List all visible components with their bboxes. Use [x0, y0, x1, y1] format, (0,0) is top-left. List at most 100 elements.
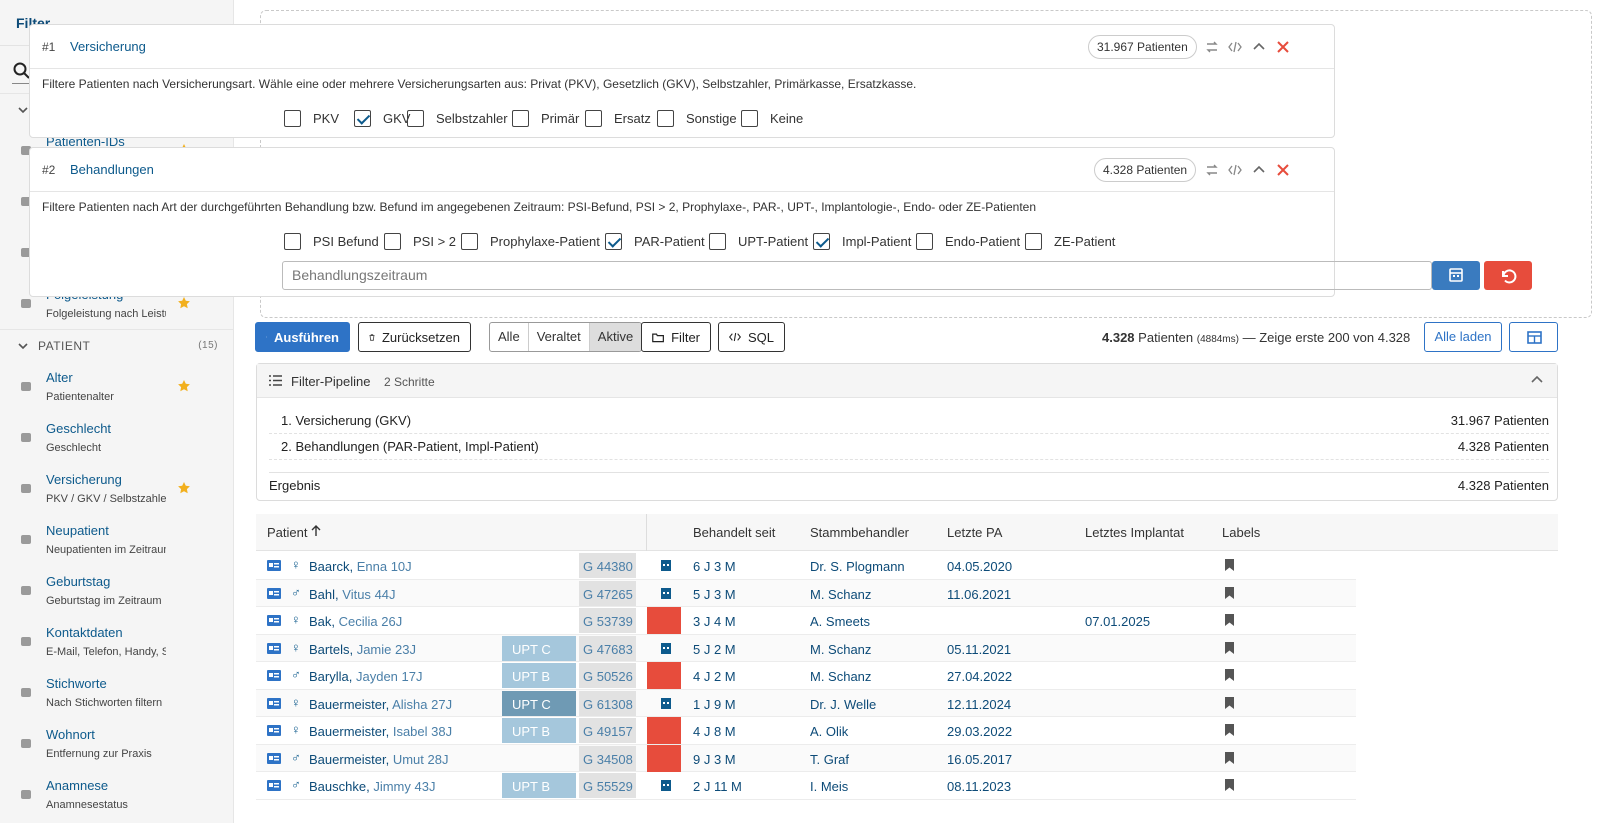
checkbox-option[interactable]: Keine — [741, 110, 803, 127]
sidebar-item[interactable]: Geburtstag Geburtstag im Zeitraum — [0, 565, 233, 617]
checkbox[interactable] — [1025, 233, 1042, 250]
sql-button[interactable]: SQL — [718, 322, 785, 352]
checkbox[interactable] — [657, 110, 674, 127]
sidebar-item[interactable]: Anamnese Anamnesestatus — [0, 769, 233, 821]
patient-name[interactable]: Bartels, Jamie 23J — [309, 642, 494, 657]
table-row[interactable]: ♂ Barylla, Jayden 17J UPT BG 50526 4 J 2 M M… — [256, 662, 1356, 690]
checkbox[interactable] — [354, 110, 371, 127]
patient-name[interactable]: Bauermeister, Isabel 38J — [309, 724, 494, 739]
checkbox-option[interactable]: PAR-Patient — [605, 233, 705, 250]
table-row[interactable]: ♀ Bauermeister, Isabel 38J UPT BG 49157 4 J… — [256, 717, 1356, 745]
checkbox[interactable] — [585, 110, 602, 127]
bookmark-icon[interactable] — [1225, 724, 1234, 736]
bookmark-icon[interactable] — [1225, 751, 1234, 764]
checkbox-option[interactable]: Sonstige — [657, 110, 737, 127]
chevron-up-icon[interactable] — [1531, 375, 1543, 385]
id-card-icon[interactable] — [267, 697, 281, 709]
status-segment[interactable]: Alle Veraltet Aktive — [489, 322, 643, 352]
patient-name[interactable]: Baarck, Enna 10J — [309, 559, 494, 574]
patient-name[interactable]: Bauschke, Jimmy 43J — [309, 779, 494, 794]
checkbox-option[interactable]: Selbstzahler — [407, 110, 508, 127]
patient-name[interactable]: Bauermeister, Alisha 27J — [309, 697, 494, 712]
treatment-period-input[interactable]: Behandlungszeitraum — [282, 261, 1432, 290]
sidebar-item[interactable]: Alter Patientenalter — [0, 361, 233, 413]
patient-name[interactable]: Bahl, Vitus 44J — [309, 587, 494, 602]
id-card-icon[interactable] — [267, 752, 281, 764]
checkbox[interactable] — [407, 110, 424, 127]
patient-id[interactable]: G 47265 — [579, 580, 636, 606]
patient-name[interactable]: Bak, Cecilia 26J — [309, 614, 494, 629]
checkbox[interactable] — [384, 233, 401, 250]
patient-name[interactable]: Bauermeister, Umut 28J — [309, 752, 494, 767]
checkbox-option[interactable]: Prophylaxe-Patient — [461, 233, 600, 250]
checkbox[interactable] — [813, 233, 830, 250]
table-row[interactable]: ♂ Bahl, Vitus 44J G 47265 5 J 3 M M. Schanz 1… — [256, 579, 1356, 607]
checkbox-option[interactable]: GKV — [354, 110, 410, 127]
calendar-icon[interactable] — [661, 559, 671, 571]
swap-icon[interactable] — [1205, 40, 1219, 54]
table-row[interactable]: ♂ Bauermeister, Umut 28J G 34508 9 J 3 M T. … — [256, 744, 1356, 772]
id-card-icon[interactable] — [267, 587, 281, 599]
col-labels[interactable]: Labels — [1222, 525, 1260, 540]
patient-id[interactable]: G 34508 — [579, 745, 636, 771]
reset-button[interactable]: Zurücksetzen — [358, 322, 471, 352]
bookmark-icon[interactable] — [1225, 669, 1234, 681]
checkbox-option[interactable]: UPT-Patient — [709, 233, 808, 250]
filter-button[interactable]: Filter — [641, 322, 711, 352]
sidebar-item[interactable]: Stichworte Nach Stichworten filtern — [0, 667, 233, 719]
code-icon[interactable] — [1228, 40, 1242, 54]
table-row[interactable]: ♀ Bauermeister, Alisha 27J UPT CG 61308 1 J… — [256, 689, 1356, 717]
col-stammbehandler[interactable]: Stammbehandler — [810, 525, 910, 540]
bookmark-icon[interactable] — [1225, 696, 1234, 709]
checkbox[interactable] — [512, 110, 529, 127]
col-letztes-implantat[interactable]: Letztes Implantat — [1085, 525, 1185, 540]
filter-title[interactable]: Versicherung — [70, 39, 146, 54]
sidebar-item[interactable]: Versicherung PKV / GKV / Selbstzahler — [0, 463, 233, 515]
id-card-icon[interactable] — [267, 615, 281, 626]
close-icon[interactable] — [1276, 40, 1290, 54]
patient-id[interactable]: G 55529 — [579, 773, 636, 798]
checkbox-option[interactable]: ZE-Patient — [1025, 233, 1115, 250]
bookmark-icon[interactable] — [1225, 559, 1234, 571]
load-all-button[interactable]: Alle laden — [1424, 322, 1502, 352]
checkbox[interactable] — [461, 233, 478, 250]
id-card-icon[interactable] — [267, 725, 281, 736]
patient-name[interactable]: Barylla, Jayden 17J — [309, 669, 494, 684]
bookmark-icon[interactable] — [1225, 779, 1234, 791]
filter-title[interactable]: Behandlungen — [70, 162, 154, 177]
checkbox-option[interactable]: PSI Befund — [284, 233, 379, 250]
table-row[interactable]: ♀ Bartels, Jamie 23J UPT CG 47683 5 J 2 M M.… — [256, 634, 1356, 662]
patient-id[interactable]: G 53739 — [579, 608, 636, 633]
checkbox[interactable] — [284, 233, 301, 250]
checkbox-option[interactable]: Primär — [512, 110, 579, 127]
patient-id[interactable]: G 61308 — [579, 690, 636, 716]
checkbox-option[interactable]: PSI > 2 — [384, 233, 456, 250]
chevron-up-icon[interactable] — [1252, 40, 1266, 54]
sidebar-group[interactable]: PATIENT (15) — [0, 329, 233, 361]
seg-veraltet[interactable]: Veraltet — [529, 323, 590, 351]
run-button[interactable]: Ausführen — [255, 322, 350, 352]
patient-id[interactable]: G 44380 — [579, 553, 636, 578]
checkbox[interactable] — [605, 233, 622, 250]
calendar-icon[interactable] — [661, 697, 671, 709]
patient-id[interactable]: G 47683 — [579, 635, 636, 661]
star-icon[interactable] — [177, 481, 191, 495]
checkbox[interactable] — [741, 110, 758, 127]
calendar-icon[interactable] — [661, 642, 671, 654]
checkbox[interactable] — [284, 110, 301, 127]
sidebar-item[interactable]: Neupatient Neupatienten im Zeitraum — [0, 514, 233, 566]
id-card-icon[interactable] — [267, 642, 281, 654]
bookmark-icon[interactable] — [1225, 614, 1234, 626]
checkbox-option[interactable]: PKV — [284, 110, 339, 127]
checkbox[interactable] — [916, 233, 933, 250]
swap-icon[interactable] — [1205, 163, 1219, 177]
close-icon[interactable] — [1276, 163, 1290, 177]
star-icon[interactable] — [177, 379, 191, 393]
col-patient[interactable]: Patient — [267, 525, 321, 540]
calendar-icon[interactable] — [661, 779, 671, 791]
calendar-icon[interactable] — [661, 587, 671, 599]
col-letzte-pa[interactable]: Letzte PA — [947, 525, 1002, 540]
checkbox-option[interactable]: Ersatz — [585, 110, 651, 127]
seg-alle[interactable]: Alle — [490, 323, 529, 351]
bookmark-icon[interactable] — [1225, 586, 1234, 599]
